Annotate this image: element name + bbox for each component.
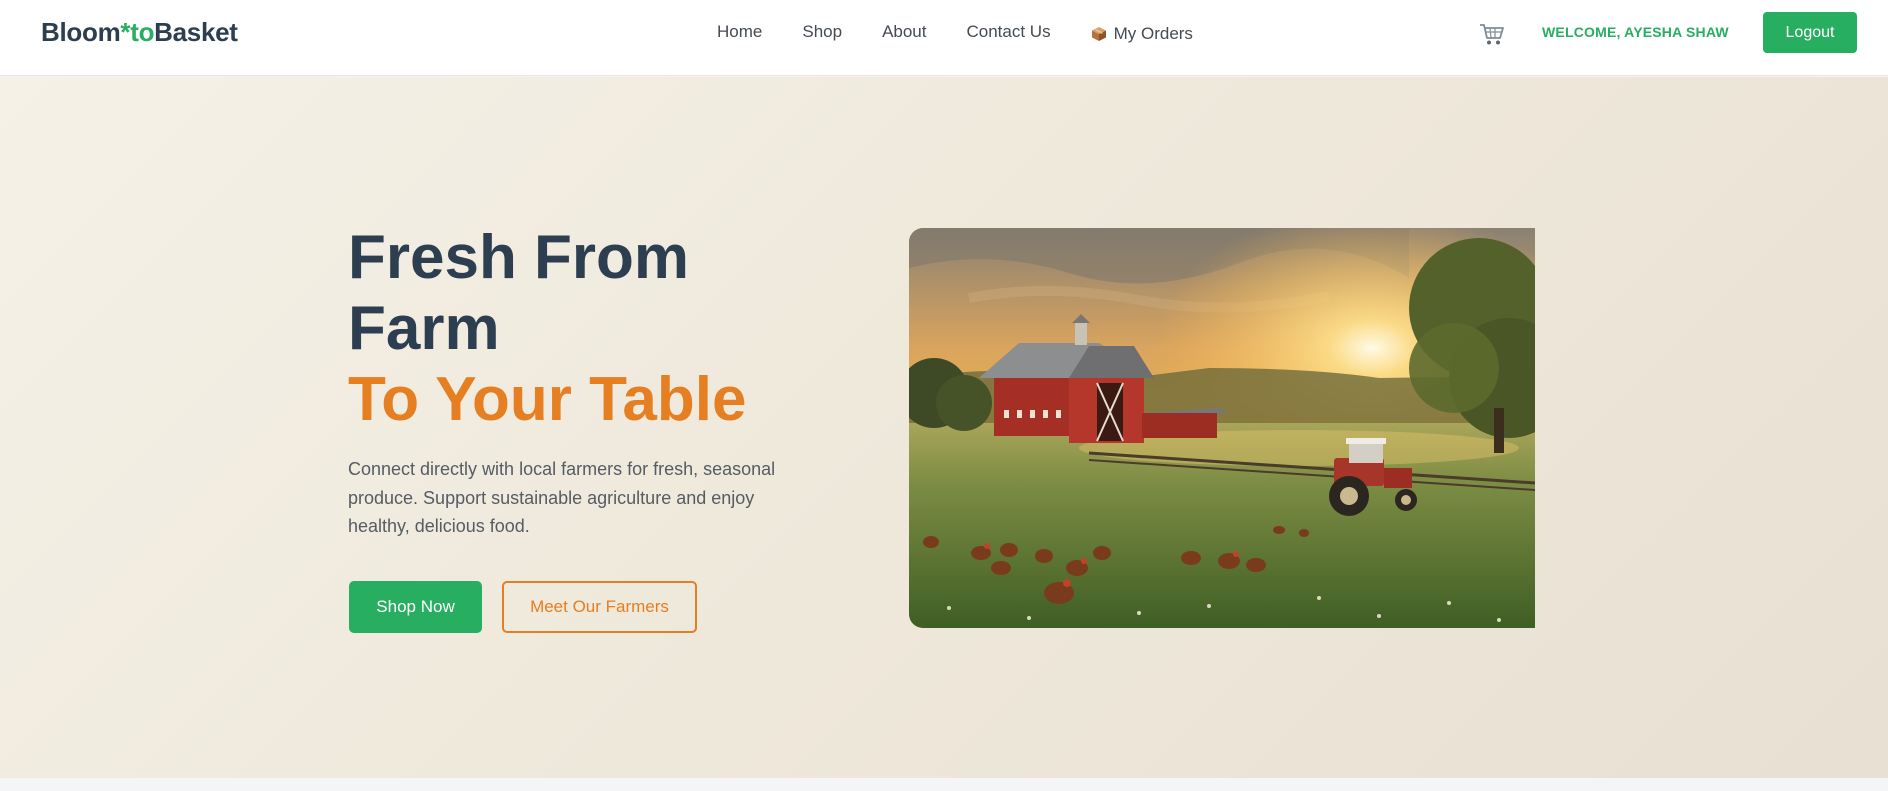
main-nav: Home Shop About Contact Us My Orders (717, 18, 1233, 46)
hero-title-line2: Farm (348, 294, 500, 363)
nav-link-my-orders[interactable]: My Orders (1091, 24, 1193, 44)
next-section-edge (0, 778, 1888, 791)
shopping-cart-icon[interactable] (1478, 20, 1506, 48)
hero-image-farm (909, 228, 1535, 628)
my-orders-label: My Orders (1113, 23, 1193, 43)
hero-description: Connect directly with local farmers for … (348, 459, 776, 536)
navbar: Bloom *to Basket Home Shop About Contact U… (0, 0, 1888, 76)
brand-name-part1: Bloom (41, 16, 121, 47)
brand-name-part3: Basket (154, 16, 238, 47)
nav-link-home[interactable]: Home (717, 22, 762, 42)
hero-title-highlight: To Your Table (348, 365, 747, 434)
nav-link-contact[interactable]: Contact Us (967, 22, 1051, 42)
welcome-message: WELCOME, AYESHA SHAW (1542, 24, 1729, 40)
shop-now-button[interactable]: Shop Now (349, 581, 482, 633)
nav-link-shop[interactable]: Shop (802, 22, 842, 42)
brand-logo[interactable]: Bloom *to Basket (41, 14, 238, 50)
package-icon (1091, 26, 1107, 42)
brand-name-accent: *to (120, 16, 155, 47)
nav-link-about[interactable]: About (882, 22, 926, 42)
farm-scene-illustration (909, 228, 1535, 628)
meet-farmers-button[interactable]: Meet Our Farmers (502, 581, 697, 633)
hero-title-line1: Fresh From (348, 223, 690, 292)
logout-button[interactable]: Logout (1763, 12, 1857, 53)
hero-title: Fresh From Farm To Your Table (348, 222, 828, 435)
